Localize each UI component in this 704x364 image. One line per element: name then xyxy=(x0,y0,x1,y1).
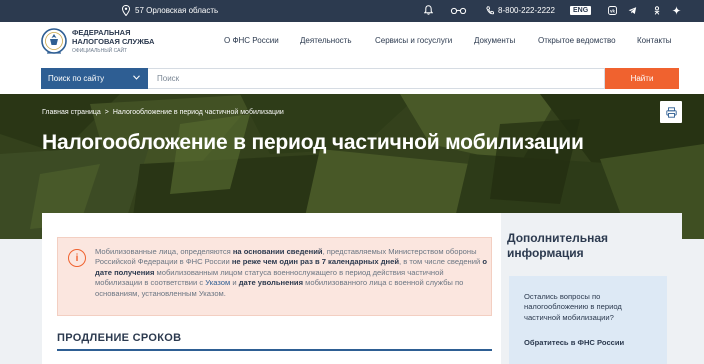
glasses-icon[interactable] xyxy=(450,7,467,14)
nav-services[interactable]: Сервисы и госуслуги xyxy=(375,36,452,45)
telegram-icon[interactable] xyxy=(628,6,637,15)
notice-bold: на основании сведений xyxy=(232,247,323,256)
logo-title[interactable]: ФЕДЕРАЛЬНАЯ НАЛОГОВАЯ СЛУЖБА xyxy=(72,28,155,46)
search-input[interactable] xyxy=(148,68,605,89)
region-selector[interactable]: 57 Орловская область xyxy=(122,5,218,16)
notice-text: Мобилизованные лица, определяются на осн… xyxy=(95,247,487,299)
location-pin-icon xyxy=(122,5,130,16)
info-icon: i xyxy=(68,249,86,267)
decree-link[interactable]: Указом xyxy=(205,278,230,287)
svg-text:vk: vk xyxy=(610,8,615,13)
chevron-down-icon xyxy=(133,75,140,80)
notice-text-part: , в том числе сведений xyxy=(399,257,483,267)
nav-about[interactable]: О ФНС России xyxy=(224,36,279,45)
top-bar: 57 Орловская область 8-800-222-2222 ENG … xyxy=(0,0,704,22)
nav-contacts[interactable]: Контакты xyxy=(637,36,672,45)
ok-icon[interactable] xyxy=(654,6,660,15)
notice-bold: дате увольнения xyxy=(238,278,304,288)
nav-documents[interactable]: Документы xyxy=(474,36,515,45)
vk-icon[interactable]: vk xyxy=(608,6,617,15)
region-label: 57 Орловская область xyxy=(135,6,219,15)
hotline-phone[interactable]: 8-800-222-2222 xyxy=(486,6,555,15)
sidebar-title: Дополнительная информация xyxy=(507,231,608,261)
page-title: Налогообложение в период частичной мобил… xyxy=(42,131,584,154)
sidebar-title-line2: информация xyxy=(507,246,584,260)
printer-icon xyxy=(665,106,677,118)
breadcrumb-current: Налогообложение в период частичной мобил… xyxy=(112,109,284,116)
dzen-icon[interactable] xyxy=(672,6,681,15)
nav-activity[interactable]: Деятельность xyxy=(300,36,352,45)
search-scope-dropdown[interactable]: Поиск по сайту xyxy=(41,68,148,89)
breadcrumb-home[interactable]: Главная страница xyxy=(42,109,101,116)
phone-number: 8-800-222-2222 xyxy=(498,6,555,15)
section-divider xyxy=(57,349,492,351)
fns-emblem-logo[interactable] xyxy=(41,28,67,56)
language-switch[interactable]: ENG xyxy=(570,6,592,15)
section-title[interactable]: ПРОДЛЕНИЕ СРОКОВ xyxy=(57,332,181,344)
logo-line2: НАЛОГОВАЯ СЛУЖБА xyxy=(72,36,155,46)
site-header: ФЕДЕРАЛЬНАЯ НАЛОГОВАЯ СЛУЖБА ОФИЦИАЛЬНЫЙ… xyxy=(0,22,704,62)
search-button[interactable]: Найти xyxy=(605,68,679,89)
logo-subtitle: ОФИЦИАЛЬНЫЙ САЙТ xyxy=(72,48,128,54)
phone-icon xyxy=(486,6,494,15)
nav-open-agency[interactable]: Открытое ведомство xyxy=(538,36,616,45)
search-scope-label: Поиск по сайту xyxy=(48,74,105,83)
notice-text-part: Мобилизованные лица, определяются xyxy=(95,247,233,256)
sidebar-question: Остались вопросы по налогообложению в пе… xyxy=(524,292,622,322)
notice-bold: не реже чем один раз в 7 календарных дне… xyxy=(231,257,400,267)
contact-fns-link[interactable]: Обратитесь в ФНС России xyxy=(524,338,624,347)
notice-text-part: и xyxy=(230,278,239,288)
breadcrumb-separator: > xyxy=(104,109,109,116)
sidebar-title-line1: Дополнительная xyxy=(507,231,609,245)
bell-icon[interactable] xyxy=(424,5,433,15)
print-button[interactable] xyxy=(660,101,682,123)
breadcrumb: Главная страница > Налогообложение в пер… xyxy=(42,109,284,116)
